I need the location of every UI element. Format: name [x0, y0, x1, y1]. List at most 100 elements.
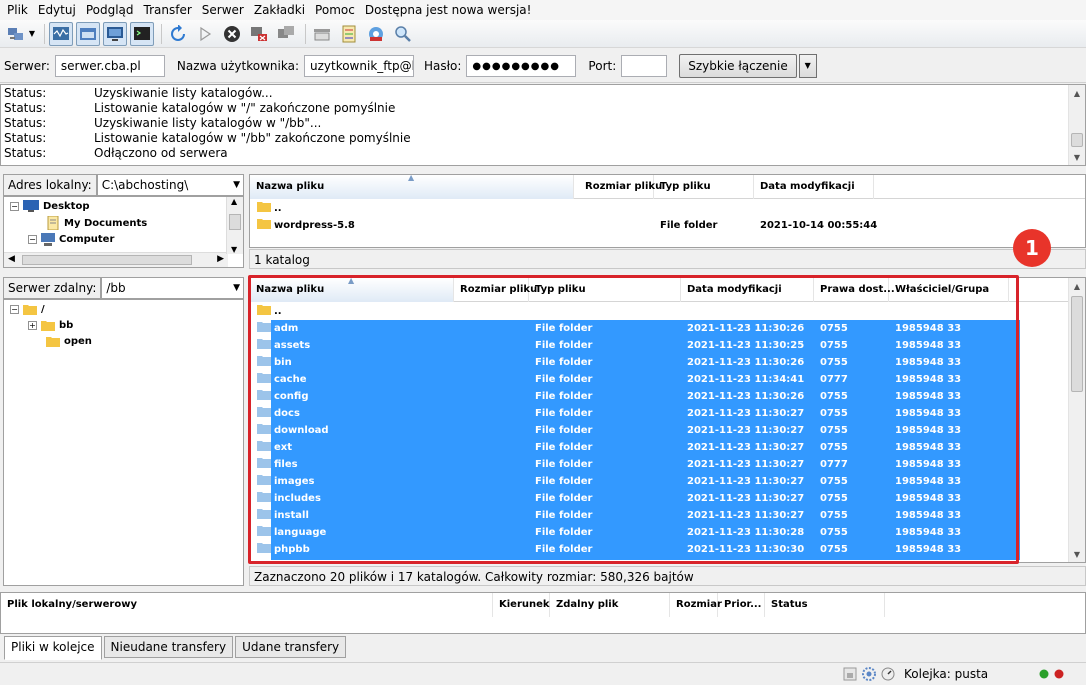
scroll-left-icon[interactable]: ◀ — [8, 254, 15, 264]
toggle-queue-button[interactable] — [130, 21, 154, 46]
toolbar: ▼ — [0, 20, 1086, 48]
disconnect-button[interactable] — [247, 22, 271, 46]
menu-zakladki[interactable]: Zakładki — [249, 0, 310, 20]
tree-node-desktop[interactable]: − Desktop — [10, 200, 90, 212]
collapse-icon[interactable]: − — [10, 304, 19, 314]
menu-new-version[interactable]: Dostępna jest nowa wersja! — [360, 0, 537, 20]
username-input[interactable]: uzytkownik_ftp@ha — [303, 54, 414, 77]
reconnect-icon — [278, 25, 294, 38]
toggle-remote-tree-button[interactable] — [103, 21, 127, 46]
documents-icon — [47, 216, 59, 230]
scroll-down-icon[interactable]: ▼ — [1069, 546, 1085, 562]
local-file-list: Nazwa pliku Rozmiar pliku Typ pliku Data… — [249, 174, 1086, 248]
folder-icon — [257, 217, 271, 234]
refresh-button[interactable] — [166, 22, 190, 46]
menu-podglad[interactable]: Podgląd — [81, 0, 139, 20]
remote-address-label: Serwer zdalny: — [3, 277, 102, 299]
column-modified[interactable]: Data modyfikacji — [754, 175, 874, 199]
column-remote-file[interactable]: Zdalny plik — [550, 593, 670, 617]
transfer-queue: Plik lokalny/serwerowy Kierunek Zdalny p… — [0, 592, 1086, 634]
scroll-down-icon[interactable]: ▼ — [1069, 149, 1085, 165]
quickconnect-button[interactable]: Szybkie łączenie — [679, 53, 797, 78]
column-priority[interactable]: Prior... — [718, 593, 765, 617]
column-local-remote-file[interactable]: Plik lokalny/serwerowy — [1, 593, 493, 617]
cancel-operation-button[interactable] — [220, 22, 244, 46]
tab-successful-transfers[interactable]: Udane transfery — [235, 636, 347, 658]
remote-list-scrollbar[interactable]: ▲ ▼ — [1068, 278, 1085, 562]
process-queue-button[interactable] — [193, 22, 217, 46]
tab-failed-transfers[interactable]: Nieudane transfery — [103, 636, 234, 658]
folder-icon — [46, 337, 60, 347]
site-manager-icon — [8, 27, 23, 40]
gear-icon — [862, 667, 876, 681]
remote-tree-icon — [107, 26, 123, 41]
log-row: Status: Listowanie katalogów w "/bb" zako… — [4, 131, 411, 145]
log-row: Status: Odłączono od serwera — [4, 146, 228, 160]
local-tree-vscrollbar[interactable]: ▲ ▼ — [226, 197, 243, 254]
site-manager-button[interactable] — [4, 22, 28, 46]
local-address-label: Adres lokalny: — [3, 174, 97, 196]
server-input[interactable]: serwer.cba.pl — [54, 54, 165, 77]
tree-node-bb[interactable]: + bb — [28, 319, 73, 331]
annotation-highlight-box — [248, 275, 1019, 564]
menu-serwer[interactable]: Serwer — [197, 0, 249, 20]
search-icon — [395, 25, 411, 42]
port-input[interactable] — [621, 54, 668, 77]
tab-queued-files[interactable]: Pliki w kolejce — [4, 636, 102, 660]
local-tree-hscrollbar[interactable]: ◀ ▶ — [4, 252, 228, 267]
scroll-down-icon[interactable]: ▼ — [231, 245, 237, 254]
scroll-up-icon[interactable]: ▲ — [1069, 85, 1085, 101]
search-button[interactable] — [391, 22, 415, 46]
column-status[interactable]: Status — [765, 593, 885, 617]
column-size[interactable]: Rozmiar — [670, 593, 722, 617]
server-label: Serwer: — [4, 58, 50, 73]
remote-address-combo[interactable]: /bb ▼ — [101, 277, 244, 299]
password-input[interactable]: ●●●●●●●●● — [466, 54, 577, 77]
local-address-combo[interactable]: C:\abchosting\ ▼ — [96, 174, 244, 196]
collapse-icon[interactable]: − — [10, 201, 19, 211]
column-filesize[interactable]: Rozmiar pliku — [579, 175, 662, 199]
collapse-icon[interactable]: − — [28, 234, 37, 244]
tree-node-root[interactable]: − / — [10, 303, 45, 315]
scroll-thumb[interactable] — [22, 255, 192, 265]
compare-button[interactable] — [337, 22, 361, 46]
scroll-up-icon[interactable]: ▲ — [1069, 278, 1085, 294]
chevron-down-icon: ▼ — [233, 283, 240, 293]
log-scrollbar[interactable]: ▲ ▼ — [1068, 85, 1085, 165]
menu-transfer[interactable]: Transfer — [139, 0, 197, 20]
list-item[interactable]: wordpress-5.8 File folder 2021-10-14 00:… — [250, 217, 1085, 234]
queue-status-text: Kolejka: pusta — [904, 667, 989, 681]
queue-tabs: Pliki w kolejce Nieudane transfery Udane… — [0, 636, 1086, 660]
menu-plik[interactable]: Plik — [2, 0, 33, 20]
quickconnect-dropdown[interactable]: ▼ — [798, 53, 817, 78]
column-filetype[interactable]: Typ pliku — [654, 175, 754, 199]
refresh-icon — [171, 24, 185, 41]
receive-indicator-icon — [1054, 669, 1064, 679]
menu-pomoc[interactable]: Pomoc — [310, 0, 360, 20]
tree-node-my-documents[interactable]: My Documents — [46, 216, 147, 230]
reconnect-button[interactable] — [274, 22, 298, 46]
sync-browsing-button[interactable] — [364, 22, 388, 46]
column-direction[interactable]: Kierunek — [493, 593, 550, 617]
sync-icon — [369, 26, 383, 41]
expand-icon[interactable]: + — [28, 320, 37, 330]
log-row: Status: Listowanie katalogów w "/" zakońc… — [4, 101, 396, 115]
remote-tree: − / + bb open — [3, 299, 244, 586]
menu-edytuj[interactable]: Edytuj — [33, 0, 81, 20]
tree-node-open[interactable]: open — [46, 335, 92, 347]
scroll-thumb[interactable] — [229, 214, 241, 230]
chevron-down-icon: ▼ — [28, 29, 36, 38]
scroll-thumb[interactable] — [1071, 133, 1083, 147]
chevron-down-icon: ▼ — [804, 61, 811, 70]
toggle-local-tree-button[interactable] — [76, 21, 100, 46]
scroll-right-icon[interactable]: ▶ — [217, 254, 224, 264]
tree-node-computer[interactable]: − Computer — [28, 232, 114, 246]
toggle-log-button[interactable] — [49, 21, 73, 46]
local-status-line: 1 katalog — [249, 249, 1086, 269]
site-manager-dropdown[interactable]: ▼ — [27, 22, 37, 46]
status-bar: Kolejka: pusta — [0, 662, 1086, 685]
list-item[interactable]: .. — [250, 200, 1085, 217]
scroll-up-icon[interactable]: ▲ — [231, 197, 237, 206]
directory-filter-button[interactable] — [310, 22, 334, 46]
scroll-thumb[interactable] — [1071, 296, 1083, 392]
